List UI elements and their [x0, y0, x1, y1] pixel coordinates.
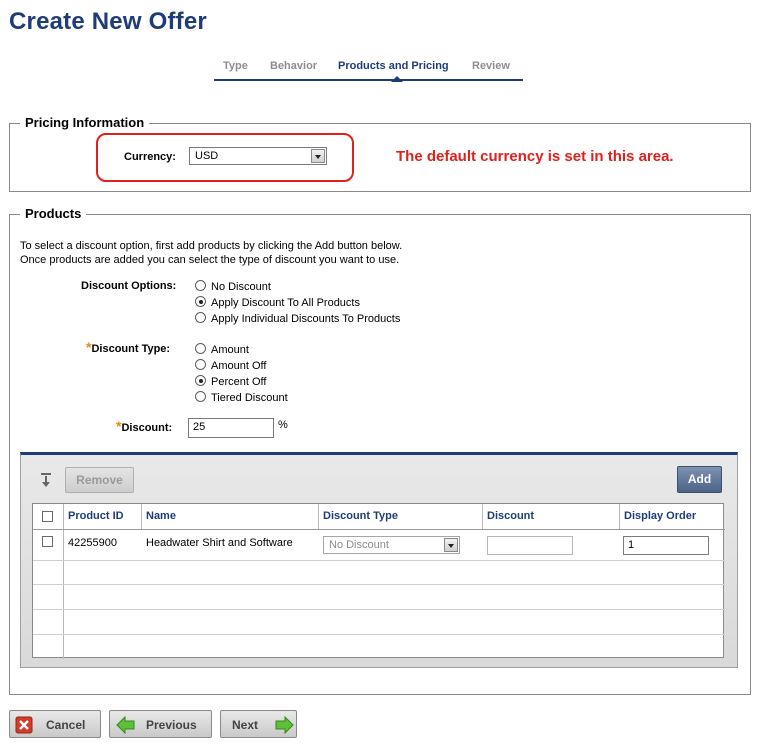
column-header-display-order[interactable]: Display Order — [620, 504, 696, 529]
step-behavior[interactable]: Behavior — [270, 60, 317, 72]
radio-label: Percent Off — [211, 376, 267, 388]
row-display-order-input[interactable]: 1 — [623, 536, 709, 555]
column-header-name[interactable]: Name — [142, 504, 176, 529]
currency-select[interactable]: USD — [189, 147, 327, 165]
column-header-discount[interactable]: Discount — [483, 504, 534, 529]
instructions-line: To select a discount option, first add p… — [20, 240, 403, 252]
radio-label: Apply Individual Discounts To Products — [211, 313, 401, 325]
page-title: Create New Offer — [9, 8, 207, 35]
radio-button[interactable] — [195, 391, 206, 402]
radio-button[interactable] — [195, 296, 206, 307]
currency-annotation: The default currency is set in this area… — [396, 148, 674, 165]
radio-button[interactable] — [195, 375, 206, 386]
radio-label: Tiered Discount — [211, 392, 288, 404]
previous-button-label: Previous — [146, 718, 197, 732]
radio-label: Apply Discount To All Products — [211, 297, 360, 309]
radio-button[interactable] — [195, 359, 206, 370]
row-discount-type-select[interactable]: No Discount — [323, 536, 460, 554]
currency-label: Currency: — [124, 151, 176, 163]
arrow-left-icon — [116, 716, 135, 734]
column-header-discount-type[interactable]: Discount Type — [319, 504, 398, 529]
products-instructions: To select a discount option, first add p… — [20, 239, 402, 267]
radio-button[interactable] — [195, 280, 206, 291]
cancel-button[interactable]: Cancel — [9, 710, 101, 738]
discount-unit: % — [278, 419, 288, 431]
radio-button[interactable] — [195, 312, 206, 323]
select-all-checkbox[interactable] — [42, 511, 53, 522]
product-name-cell: Headwater Shirt and Software — [146, 537, 293, 549]
discount-options-label: Discount Options: — [81, 280, 177, 292]
product-id-cell: 42255900 — [68, 537, 117, 549]
arrow-right-icon — [275, 716, 294, 734]
step-review[interactable]: Review — [472, 60, 510, 72]
products-legend: Products — [20, 206, 87, 221]
chevron-down-icon — [311, 149, 325, 163]
row-discount-input[interactable] — [487, 536, 573, 555]
cancel-x-icon — [15, 716, 33, 734]
remove-button[interactable]: Remove — [65, 467, 134, 493]
cancel-button-label: Cancel — [46, 718, 86, 732]
currency-select-value: USD — [195, 150, 219, 162]
wizard-steps: Type Behavior Products and Pricing Revie… — [214, 58, 523, 81]
add-button[interactable]: Add — [677, 466, 722, 493]
next-button-label: Next — [232, 718, 259, 732]
discount-input[interactable]: 25 — [188, 418, 274, 438]
discount-type-label: *Discount Type: — [86, 339, 170, 355]
discount-type-label-text: Discount Type: — [91, 343, 171, 355]
active-step-pointer-icon — [391, 76, 403, 82]
chevron-down-icon — [444, 538, 458, 552]
move-down-icon[interactable] — [39, 472, 53, 488]
radio-label: No Discount — [211, 281, 271, 293]
row-discount-type-value: No Discount — [329, 539, 389, 551]
radio-label: Amount Off — [211, 360, 267, 372]
step-products-and-pricing[interactable]: Products and Pricing — [338, 60, 449, 72]
discount-label-text: Discount: — [121, 422, 173, 434]
row-checkbox[interactable] — [42, 536, 53, 547]
products-table: Product ID Name Discount Type Discount D… — [32, 503, 725, 659]
next-button[interactable]: Next — [220, 710, 297, 738]
radio-label: Amount — [211, 344, 249, 356]
discount-label: *Discount: — [116, 418, 172, 434]
column-header-product-id[interactable]: Product ID — [64, 504, 124, 529]
products-grid-panel: Remove Add Product ID Name Discount Type… — [20, 452, 738, 668]
radio-button[interactable] — [195, 343, 206, 354]
pricing-information-legend: Pricing Information — [20, 115, 150, 130]
previous-button[interactable]: Previous — [109, 710, 212, 738]
step-type[interactable]: Type — [223, 60, 248, 72]
instructions-line: Once products are added you can select t… — [20, 254, 400, 266]
